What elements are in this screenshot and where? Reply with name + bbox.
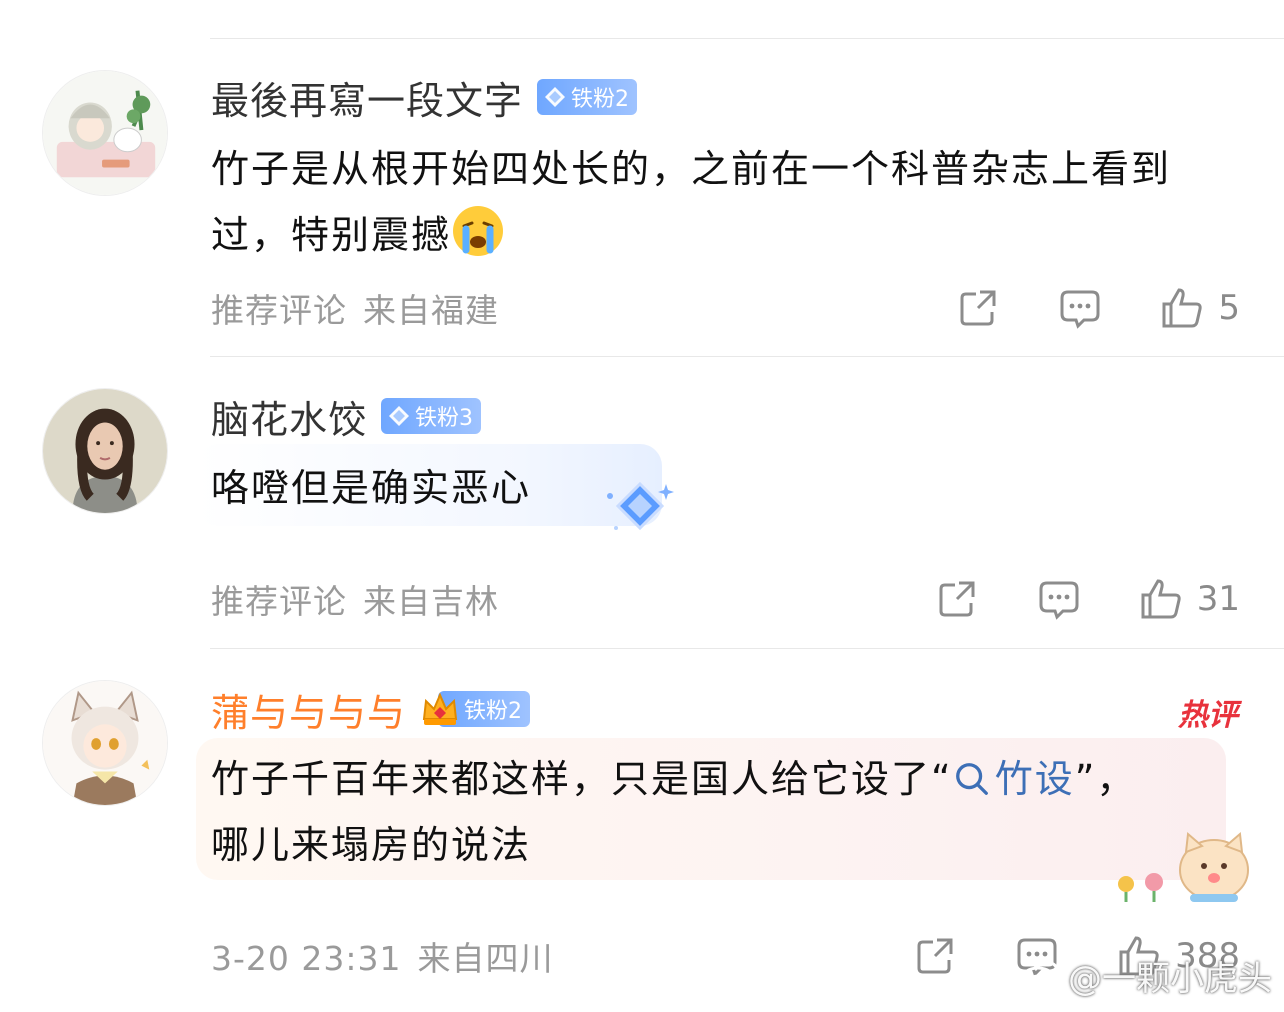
like-button[interactable]: 5 bbox=[1160, 286, 1240, 330]
thumbs-up-icon bbox=[1160, 286, 1204, 330]
like-count: 5 bbox=[1218, 288, 1240, 328]
weibo-logo-icon bbox=[1019, 960, 1060, 993]
reply-button[interactable] bbox=[1058, 286, 1102, 330]
recommended-tag: 推荐评论 bbox=[211, 291, 347, 330]
comment-header: 脑花水饺 铁粉3 bbox=[211, 389, 482, 444]
anime-cat-boy-avatar-icon bbox=[43, 681, 167, 805]
recommended-tag: 推荐评论 bbox=[211, 582, 347, 621]
badge-label: 铁粉2 bbox=[464, 699, 523, 724]
comment-icon bbox=[1060, 290, 1100, 329]
vip-badge-group[interactable]: 铁粉2 bbox=[420, 689, 531, 729]
crown-icon bbox=[422, 692, 458, 725]
comment-text: 竹子千百年来都这样，只是国人给它设了“ 竹设”，哪儿来塌房的说法 bbox=[211, 746, 1144, 878]
comment-meta: 推荐评论 来自福建 5 bbox=[211, 286, 1240, 330]
like-count: 31 bbox=[1196, 579, 1240, 619]
portrait-photo-avatar-icon bbox=[43, 389, 167, 513]
share-button[interactable] bbox=[913, 934, 957, 978]
comment-divider bbox=[210, 648, 1284, 649]
meta-info: 3-20 23:31 来自四川 bbox=[211, 932, 554, 980]
comment-header: 最後再寫一段文字 铁粉2 bbox=[211, 70, 638, 125]
watermark-text: @一颗小虎头 bbox=[1068, 959, 1272, 999]
fan-badge[interactable]: 铁粉2 bbox=[537, 79, 638, 115]
location: 来自福建 bbox=[363, 291, 499, 330]
share-button[interactable] bbox=[956, 286, 1000, 330]
username[interactable]: 蒲与与与与 bbox=[211, 682, 406, 737]
like-button[interactable]: 31 bbox=[1139, 577, 1240, 621]
location: 来自四川 bbox=[417, 939, 554, 978]
username[interactable]: 脑花水饺 bbox=[211, 389, 367, 444]
share-icon bbox=[917, 938, 953, 974]
comment-body: 竹子是从根开始四处长的，之前在一个科普杂志上看到过，特别震撼 bbox=[211, 147, 1172, 257]
comment-body-start: 竹子千百年来都这样，只是国人给它设了“ bbox=[211, 757, 953, 801]
thumbs-up-icon bbox=[1139, 577, 1183, 621]
location: 来自吉林 bbox=[363, 582, 499, 621]
timestamp: 3-20 23:31 bbox=[211, 939, 402, 978]
diamond-icon bbox=[545, 87, 566, 107]
comment-header: 蒲与与与与 铁粉2 bbox=[211, 682, 531, 737]
comment-actions: 5 bbox=[956, 286, 1240, 330]
diamond-icon bbox=[389, 406, 410, 426]
reply-button[interactable] bbox=[1037, 577, 1081, 621]
comment-body: 咯噔但是确实恶心 bbox=[211, 466, 532, 510]
illustrated-girl-avatar-icon bbox=[43, 71, 167, 195]
avatar[interactable] bbox=[42, 680, 168, 806]
share-button[interactable] bbox=[935, 577, 979, 621]
badge-label: 铁粉2 bbox=[571, 87, 630, 112]
share-icon bbox=[939, 581, 975, 617]
comment-text: 咯噔但是确实恶心 bbox=[211, 455, 1244, 521]
avatar[interactable] bbox=[42, 388, 168, 514]
badge-label: 铁粉3 bbox=[415, 406, 474, 431]
top-divider bbox=[210, 38, 1284, 39]
fan-badge[interactable]: 铁粉3 bbox=[381, 398, 482, 434]
search-icon bbox=[955, 763, 988, 795]
share-icon bbox=[960, 290, 996, 326]
username[interactable]: 最後再寫一段文字 bbox=[211, 70, 523, 125]
comment-meta: 推荐评论 来自吉林 31 bbox=[211, 577, 1240, 621]
crying-face-icon bbox=[453, 206, 504, 256]
weibo-watermark: @一颗小虎头 bbox=[1018, 951, 1272, 1000]
comment-text: 竹子是从根开始四处长的，之前在一个科普杂志上看到过，特别震撼 bbox=[211, 136, 1244, 268]
comment-actions: 31 bbox=[935, 577, 1240, 621]
comment-divider bbox=[210, 356, 1284, 357]
avatar[interactable] bbox=[42, 70, 168, 196]
comment-icon bbox=[1039, 581, 1079, 620]
topic-link-label: 竹设 bbox=[994, 757, 1075, 801]
meta-info: 推荐评论 来自福建 bbox=[211, 284, 499, 332]
topic-link[interactable]: 竹设 bbox=[953, 757, 1075, 801]
hot-comment-label: 热评 bbox=[1178, 698, 1238, 733]
meta-info: 推荐评论 来自吉林 bbox=[211, 575, 499, 623]
